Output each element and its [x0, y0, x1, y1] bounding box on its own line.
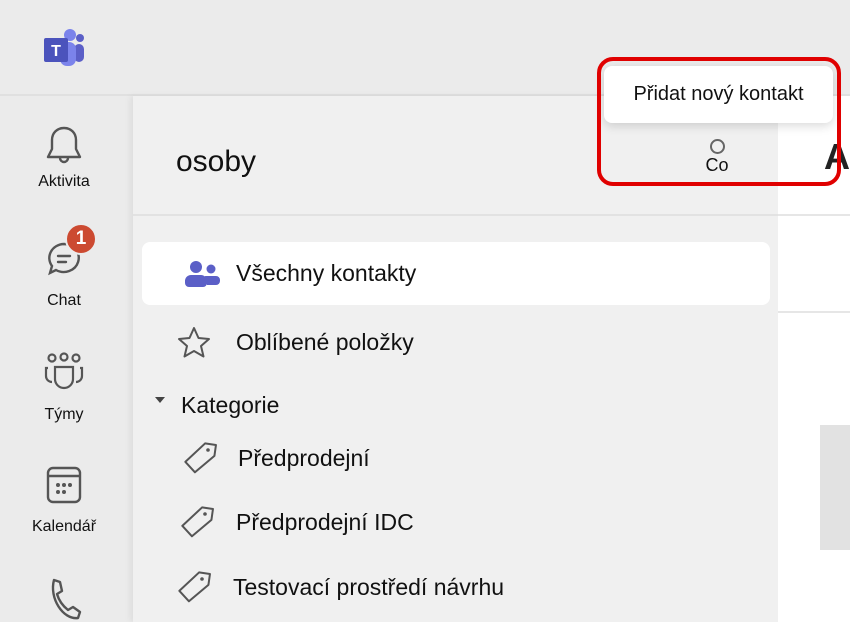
- divider: [778, 311, 850, 313]
- highlight-box: [597, 57, 841, 186]
- teams-icon: [44, 352, 84, 390]
- unread-badge: 1: [65, 223, 97, 255]
- rail-label: Týmy: [44, 406, 84, 423]
- rail-label: Chat: [47, 292, 81, 309]
- calendar-icon: [46, 466, 82, 504]
- rail-item-chat[interactable]: Chat 1: [0, 223, 128, 310]
- category-label: Předprodejní: [238, 444, 370, 471]
- category-label: Předprodejní IDC: [236, 508, 414, 535]
- tag-icon: [178, 571, 211, 603]
- category-item[interactable]: Testovací prostředí návrhu: [177, 569, 504, 605]
- nav-item-label: Oblíbené položky: [236, 328, 414, 355]
- bell-icon: [46, 126, 82, 164]
- nav-item-label: Všechny kontakty: [236, 260, 417, 286]
- rail-item-calendar[interactable]: Kalendář: [0, 464, 128, 536]
- category-label: Testovací prostředí návrhu: [233, 573, 505, 600]
- divider: [778, 214, 850, 216]
- nav-item-favorites[interactable]: Oblíbené položky: [176, 324, 414, 360]
- star-icon: [178, 327, 210, 358]
- rail-label: Kalendář: [31, 518, 97, 535]
- nav-item-all-contacts[interactable]: Všechny kontakty: [142, 242, 770, 305]
- microsoft-teams-logo: T: [44, 29, 84, 66]
- rail-item-activity[interactable]: Aktivita: [0, 124, 128, 191]
- category-item[interactable]: Předprodejní: [183, 440, 370, 476]
- phone-icon: [51, 578, 82, 620]
- rail-label: Aktivita: [38, 173, 90, 190]
- placeholder-block: [820, 425, 850, 550]
- category-header: Kategorie: [181, 391, 280, 418]
- tag-icon: [181, 506, 214, 538]
- page-title: osoby: [176, 145, 257, 178]
- caret-down-icon: [155, 397, 165, 403]
- svg-text:T: T: [51, 43, 61, 60]
- rail-item-teams[interactable]: Týmy: [0, 352, 128, 424]
- tag-icon: [184, 442, 217, 474]
- rail-item-calls[interactable]: [0, 576, 128, 622]
- category-item[interactable]: Předprodejní IDC: [180, 504, 414, 540]
- category-section-toggle[interactable]: Kategorie: [154, 390, 279, 420]
- app-rail: Aktivita Chat 1 Týmy Kalendář: [0, 96, 133, 622]
- people-icon: [185, 260, 220, 287]
